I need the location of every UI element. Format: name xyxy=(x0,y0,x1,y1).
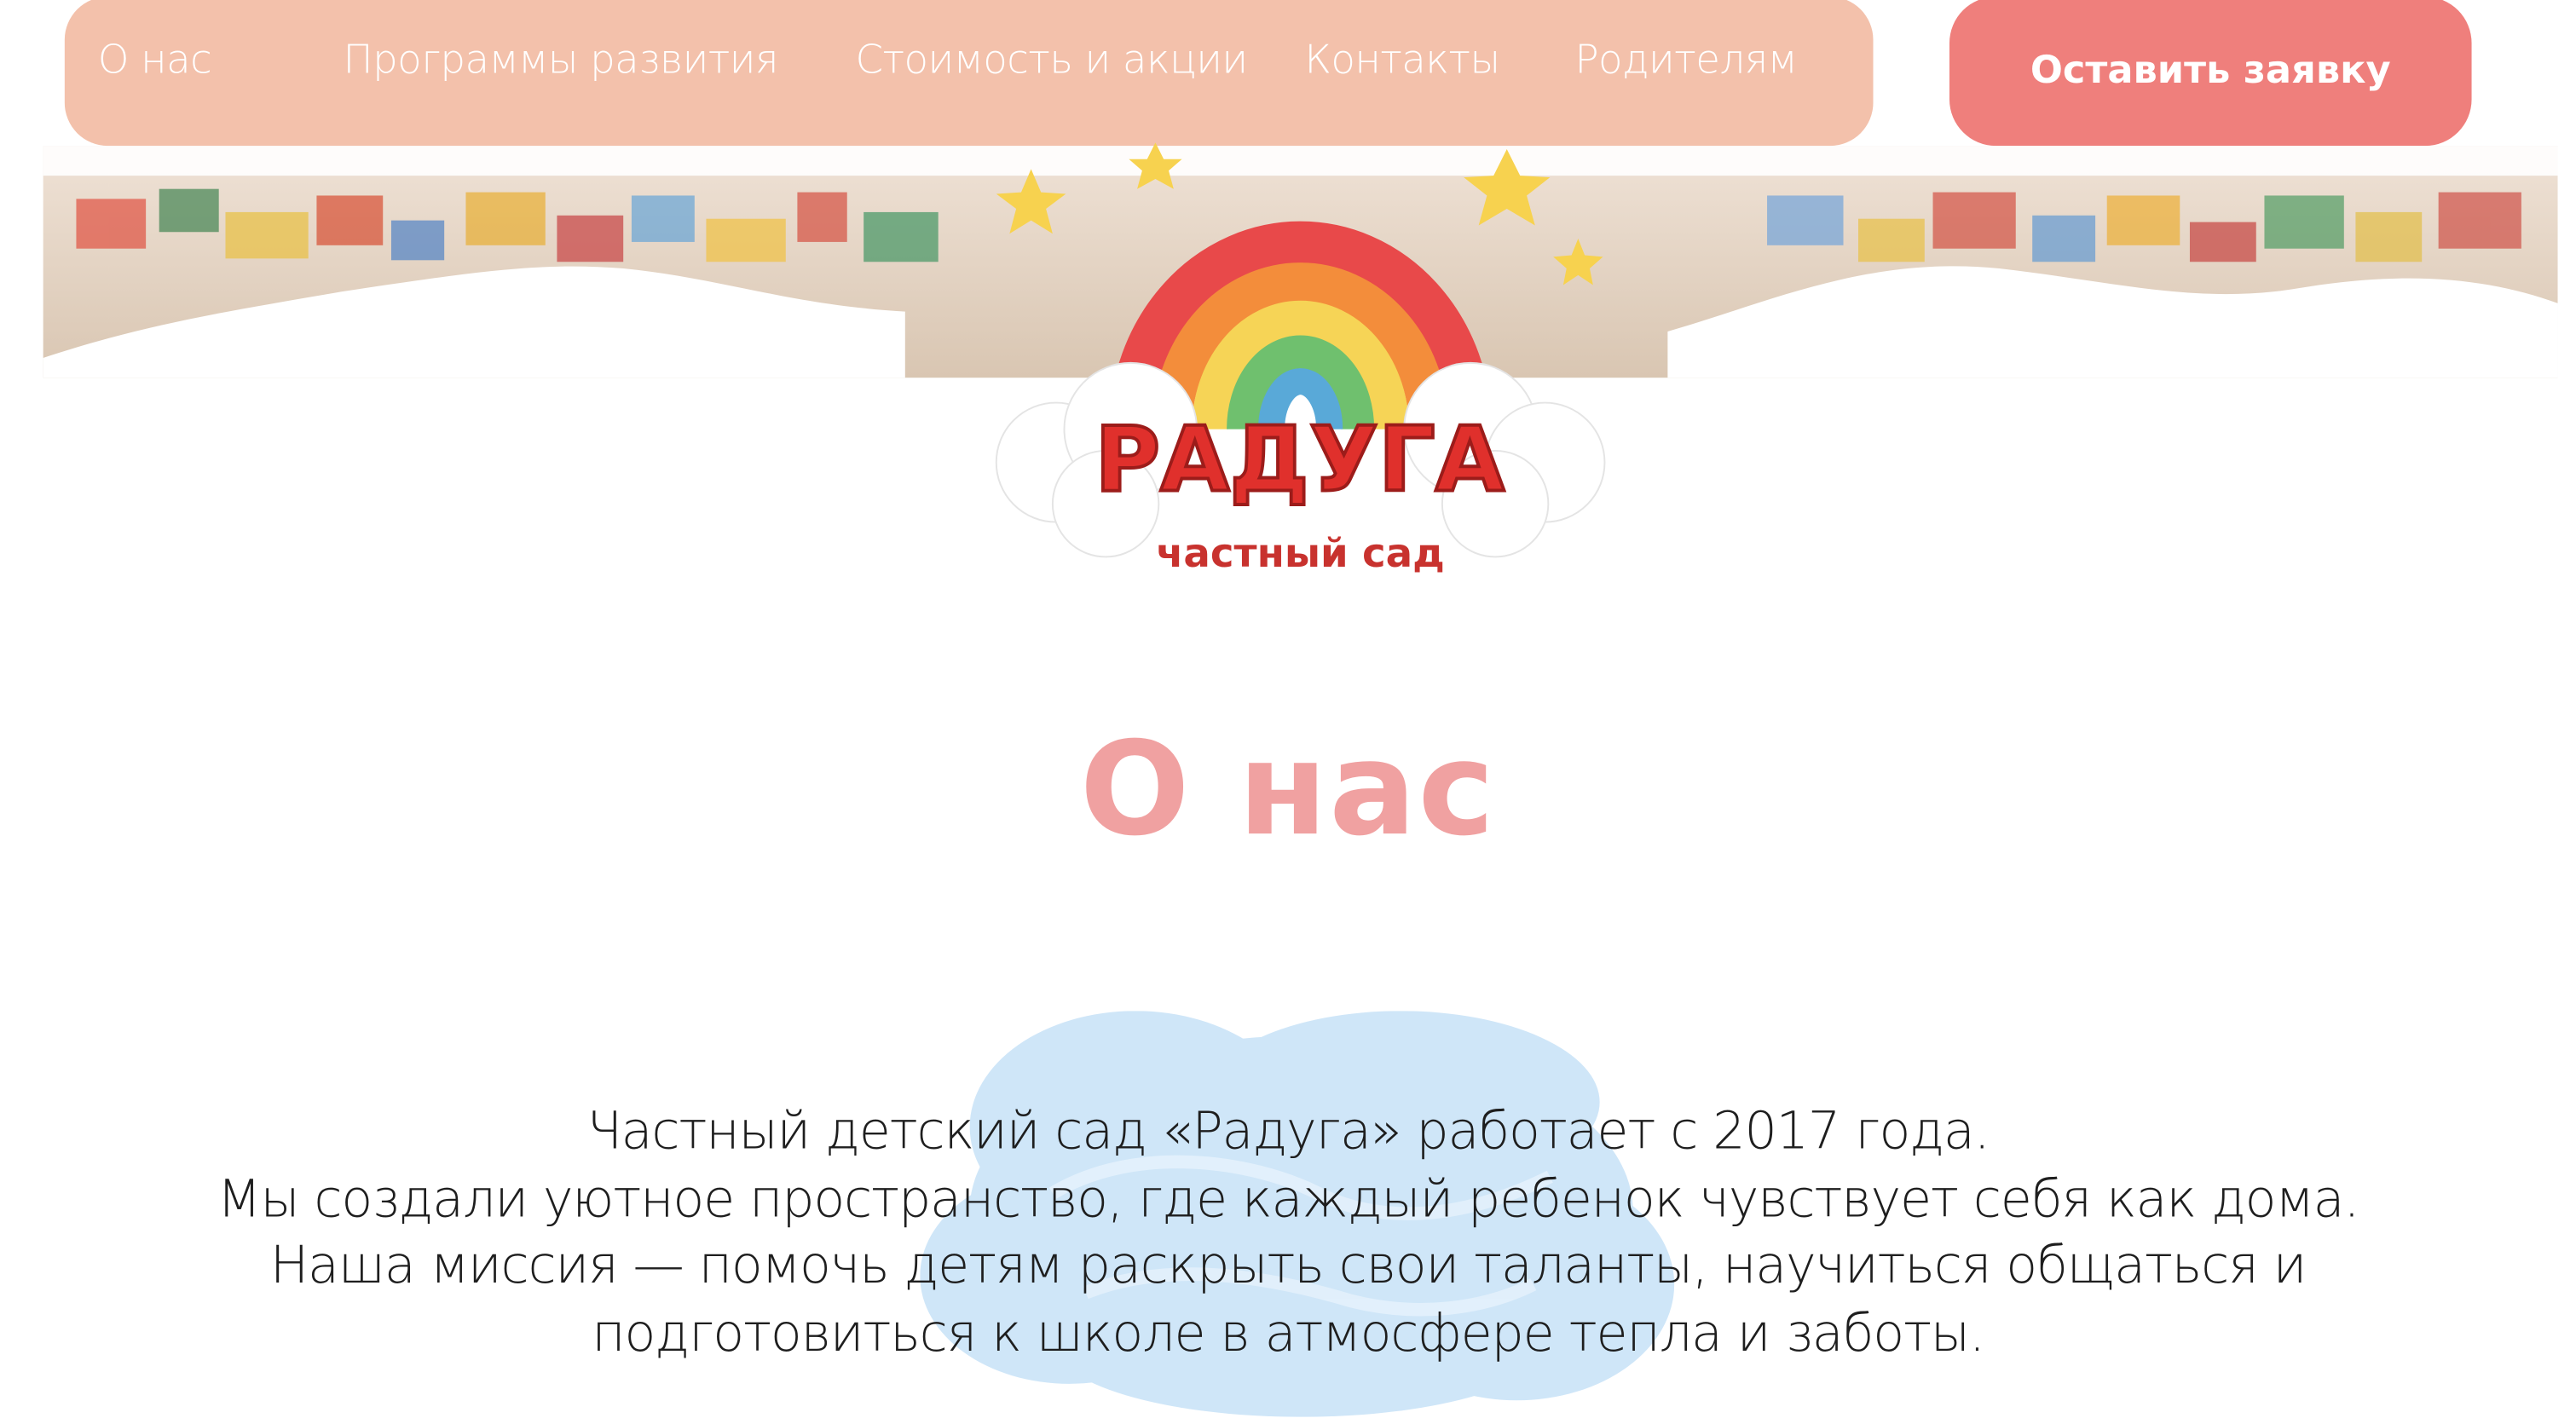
logo-title: РАДУГА xyxy=(1095,408,1505,512)
rainbow-logo: РАДУГА частный сад xyxy=(990,139,1611,577)
about-line: подготовиться к школе в атмосфере тепла … xyxy=(592,1303,1985,1363)
rainbow-icon: РАДУГА xyxy=(995,142,1606,558)
logo-subtitle: частный сад xyxy=(1156,530,1445,577)
top-nav: О нас Программы развития Стоимость и акц… xyxy=(64,0,1874,147)
nav-item-parents[interactable]: Родителям xyxy=(1574,37,1797,83)
about-line: Мы создали уютное пространство, где кажд… xyxy=(217,1168,2360,1229)
nav-item-about[interactable]: О нас xyxy=(98,37,212,83)
nav-item-programs[interactable]: Программы развития xyxy=(344,37,779,83)
leave-request-button[interactable]: Оставить заявку xyxy=(1949,0,2472,147)
about-text: Частный детский сад «Радуга» работает с … xyxy=(0,1098,2576,1367)
nav-item-prices[interactable]: Стоимость и акции xyxy=(855,37,1248,83)
nav-item-contacts[interactable]: Контакты xyxy=(1304,37,1500,83)
about-line: Наша миссия — помочь детям раскрыть свои… xyxy=(269,1236,2307,1296)
about-line: Частный детский сад «Радуга» работает с … xyxy=(586,1102,1990,1162)
about-heading: О нас xyxy=(1079,716,1497,866)
